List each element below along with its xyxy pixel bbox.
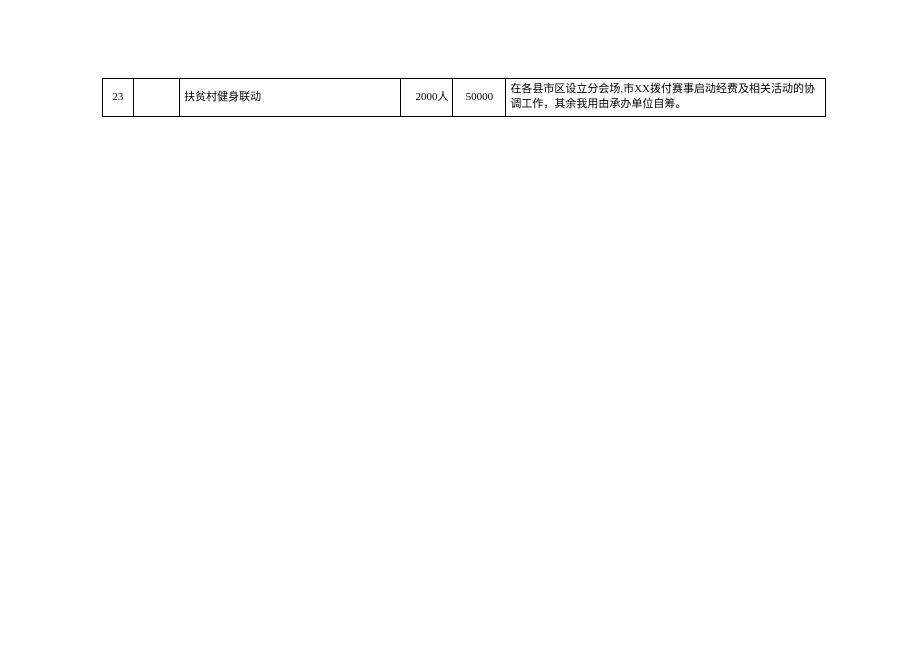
cell-desc: 在各县市区设立分会场,市XX拨付赛事启动经费及相关活动的协调工作，其余我用由承办… — [506, 79, 826, 117]
cell-empty1 — [133, 79, 179, 117]
data-table: 23 扶贫村健身联动 2000人 50000 在各县市区设立分会场,市XX拨付赛… — [102, 78, 826, 117]
cell-amount: 50000 — [453, 79, 506, 117]
cell-count: 2000人 — [400, 79, 453, 117]
data-table-container: 23 扶贫村健身联动 2000人 50000 在各县市区设立分会场,市XX拨付赛… — [102, 78, 826, 117]
cell-index: 23 — [103, 79, 134, 117]
cell-name: 扶贫村健身联动 — [180, 79, 400, 117]
table-row: 23 扶贫村健身联动 2000人 50000 在各县市区设立分会场,市XX拨付赛… — [103, 79, 826, 117]
